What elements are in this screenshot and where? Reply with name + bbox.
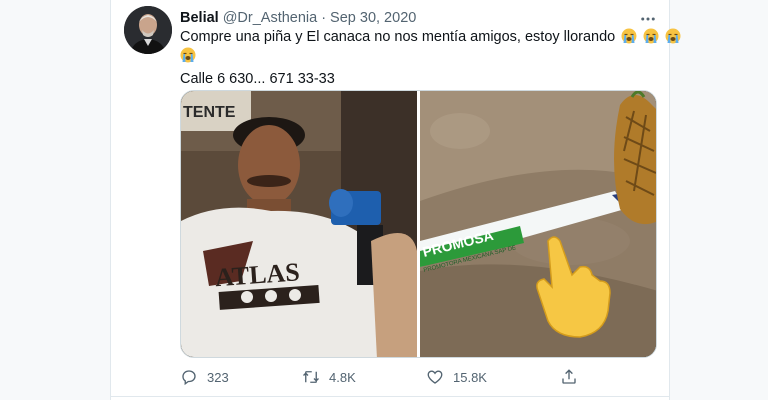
page-background-right — [670, 0, 768, 400]
avatar[interactable] — [124, 6, 172, 54]
page-background-left — [0, 0, 110, 400]
tweet-date[interactable]: Sep 30, 2020 — [330, 10, 416, 26]
reply-icon — [182, 370, 196, 386]
tweet-header: Belial @Dr_Asthenia · Sep 30, 2020 — [180, 8, 657, 28]
reply-button[interactable]: 323 — [180, 366, 229, 388]
crying-face-emoji-icon — [180, 47, 196, 63]
reply-count: 323 — [207, 369, 229, 385]
like-button[interactable]: 15.8K — [426, 366, 487, 388]
tweet-text-line-2 — [180, 47, 660, 66]
banner-text: TENTE — [183, 104, 236, 121]
separator: · — [321, 10, 327, 26]
retweet-count: 4.8K — [329, 369, 356, 385]
tweet-divider — [111, 396, 669, 397]
like-count: 15.8K — [453, 369, 487, 385]
more-options-icon[interactable] — [639, 10, 657, 28]
share-button[interactable] — [560, 366, 587, 388]
heart-icon — [427, 370, 443, 384]
share-icon — [562, 369, 576, 384]
retweet-icon — [303, 371, 319, 383]
tweet-media[interactable]: TENTE ATLAS PROMOSA PROMOTORA MEXICANA S… — [180, 90, 657, 358]
media-image-wristband[interactable]: PROMOSA PROMOTORA MEXICANA SAP DE — [420, 91, 656, 357]
tweet-card[interactable]: Belial @Dr_Asthenia · Sep 30, 2020 Compr… — [110, 0, 681, 400]
tweet-actions: 323 4.8K 15.8K — [180, 366, 600, 388]
media-image-interview[interactable]: TENTE ATLAS — [181, 91, 417, 357]
shirt-logo-text: ATLAS — [214, 257, 301, 292]
crying-face-emoji-icon — [621, 28, 637, 44]
user-handle[interactable]: @Dr_Asthenia — [223, 10, 318, 26]
display-name[interactable]: Belial — [180, 10, 219, 26]
retweet-button[interactable]: 4.8K — [302, 366, 356, 388]
crying-face-emoji-icon — [665, 28, 681, 44]
tweet-text-line-1: Compre una piña y El canaca no nos mentí… — [180, 28, 681, 47]
tweet-text: Compre una piña y El canaca no nos mentí… — [180, 28, 681, 89]
tweet-text-body: Compre una piña y El canaca no nos mentí… — [180, 29, 616, 45]
crying-face-emoji-icon — [643, 28, 659, 44]
tweet-text-line-3: Calle 6 630... 671 33-33 — [180, 71, 335, 87]
